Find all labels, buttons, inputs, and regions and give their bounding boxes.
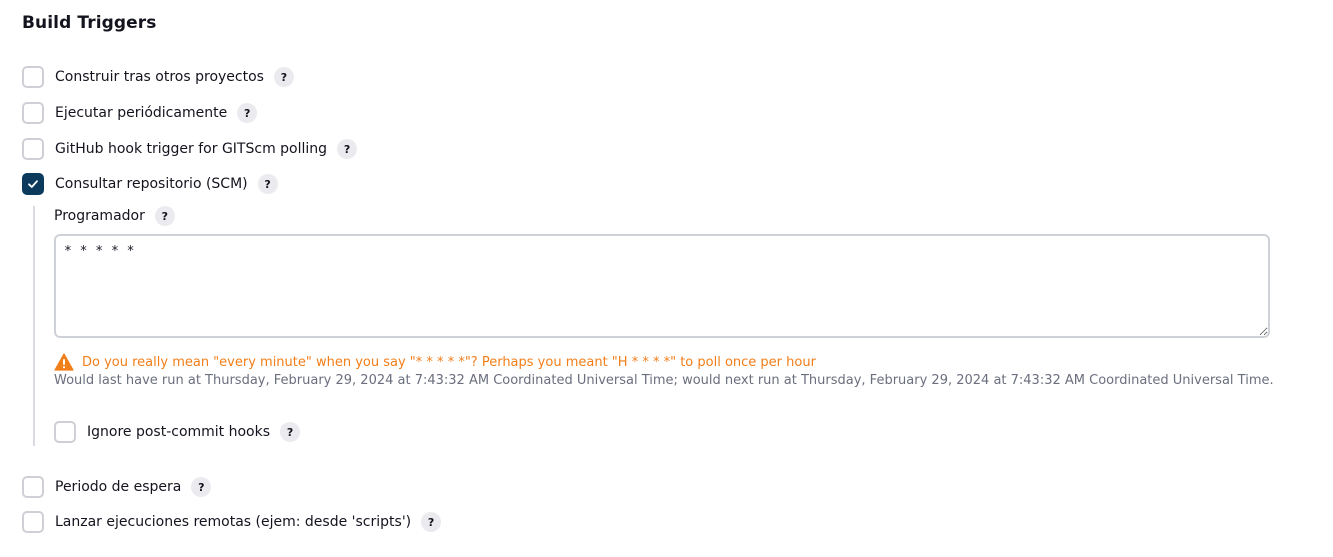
remote-trigger-label[interactable]: Lanzar ejecuciones remotas (ejem: desde … [55, 514, 411, 530]
ignore-hooks-checkbox[interactable] [54, 421, 76, 443]
trigger-build-periodically: Ejecutar periódicamente ? [22, 101, 258, 125]
checkmark-icon [28, 180, 38, 188]
ignore-hooks-label[interactable]: Ignore post-commit hooks [87, 424, 270, 440]
help-icon[interactable]: ? [191, 477, 212, 497]
schedule-field-label: Programador ? [54, 204, 175, 228]
help-icon[interactable]: ? [421, 512, 442, 532]
build-after-other-projects-checkbox[interactable] [22, 66, 44, 88]
help-icon[interactable]: ? [154, 206, 175, 226]
build-after-other-projects-label[interactable]: Construir tras otros proyectos [55, 69, 264, 85]
nested-config-bar [33, 206, 35, 446]
schedule-warning: Do you really mean "every minute" when y… [54, 352, 816, 372]
quiet-period-checkbox[interactable] [22, 476, 44, 498]
option-ignore-post-commit-hooks: Ignore post-commit hooks ? [54, 420, 301, 444]
section-title: Build Triggers [22, 13, 157, 33]
help-icon[interactable]: ? [237, 103, 258, 123]
warning-triangle-icon [54, 353, 74, 371]
github-hook-checkbox[interactable] [22, 138, 44, 160]
help-icon[interactable]: ? [280, 422, 301, 442]
trigger-poll-scm: Consultar repositorio (SCM) ? [22, 172, 278, 196]
remote-trigger-checkbox[interactable] [22, 511, 44, 533]
poll-scm-checkbox[interactable] [22, 173, 44, 195]
help-icon[interactable]: ? [273, 67, 294, 87]
github-hook-label[interactable]: GitHub hook trigger for GITScm polling [55, 141, 327, 157]
quiet-period-label[interactable]: Periodo de espera [55, 479, 181, 495]
poll-scm-label[interactable]: Consultar repositorio (SCM) [55, 176, 248, 192]
schedule-textarea[interactable] [54, 234, 1270, 338]
build-periodically-checkbox[interactable] [22, 102, 44, 124]
schedule-warning-text: Do you really mean "every minute" when y… [82, 354, 816, 370]
trigger-github-hook: GitHub hook trigger for GITScm polling ? [22, 137, 358, 161]
help-icon[interactable]: ? [257, 174, 278, 194]
trigger-quiet-period: Periodo de espera ? [22, 475, 212, 499]
build-triggers-section: Build Triggers Construir tras otros proy… [0, 0, 1333, 557]
build-periodically-label[interactable]: Ejecutar periódicamente [55, 105, 227, 121]
trigger-build-after-other-projects: Construir tras otros proyectos ? [22, 65, 294, 89]
schedule-info-text: Would last have run at Thursday, Februar… [54, 373, 1274, 388]
help-icon[interactable]: ? [337, 139, 358, 159]
trigger-remote-builds: Lanzar ejecuciones remotas (ejem: desde … [22, 510, 442, 534]
schedule-label: Programador [54, 208, 145, 224]
